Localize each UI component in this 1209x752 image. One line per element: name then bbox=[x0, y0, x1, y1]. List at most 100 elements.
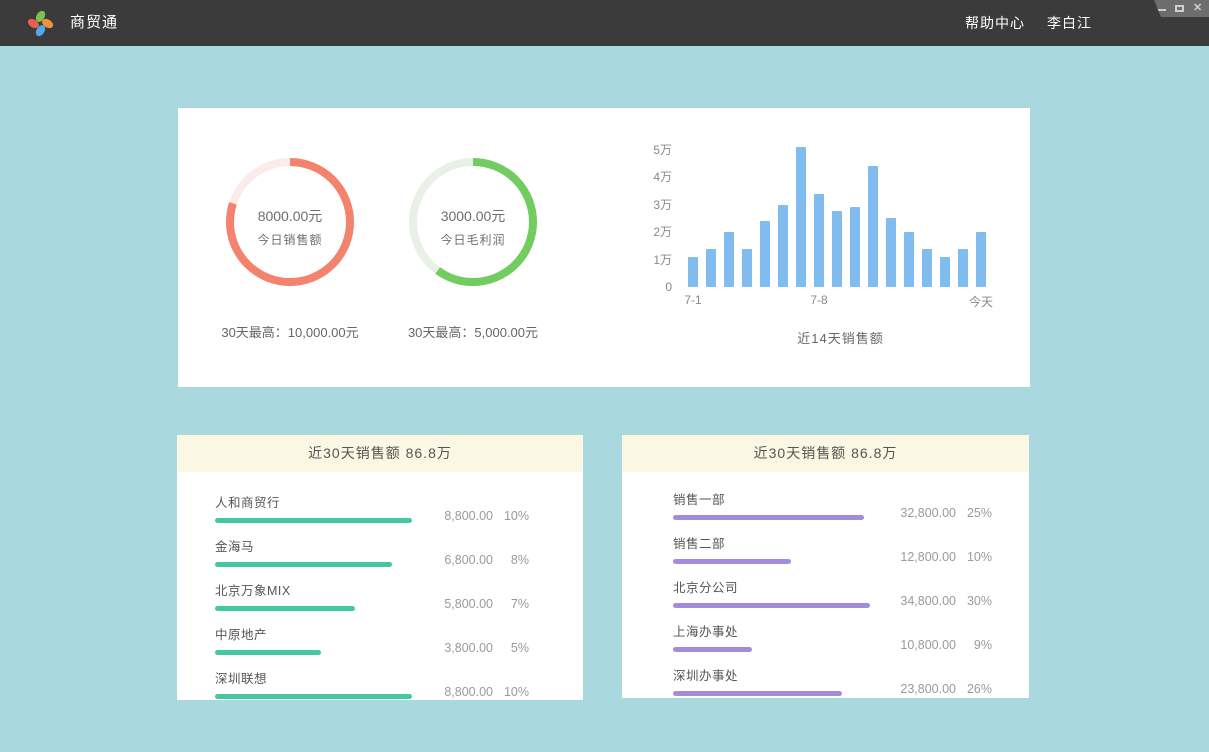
bar-day-15 bbox=[940, 257, 950, 287]
bar-day-12 bbox=[886, 218, 896, 287]
rank-percent: 8% bbox=[493, 553, 529, 567]
today-sales-gauge: 8000.00元 今日销售额 30天最高：10,000.00元 bbox=[190, 154, 390, 341]
app-title: 商贸通 bbox=[70, 0, 118, 46]
bar-day-16 bbox=[958, 249, 968, 288]
bar-day-7 bbox=[796, 147, 806, 287]
rank-percent: 7% bbox=[493, 597, 529, 611]
titlebar: 商贸通 帮助中心 李白江 ✕ bbox=[0, 0, 1209, 46]
bar-day-10 bbox=[850, 207, 860, 287]
bar-day-9 bbox=[832, 211, 842, 287]
rank-progress-bar bbox=[673, 603, 870, 608]
rank-amount: 32,800.00 bbox=[870, 506, 956, 520]
rank-progress-bar bbox=[673, 647, 752, 652]
rank-row: 上海办事处10,800.009% bbox=[673, 621, 992, 652]
rank-progress-bar bbox=[215, 694, 412, 699]
x-axis-label: 7-1 bbox=[663, 293, 723, 307]
rank-row: 人和商贸行8,800.0010% bbox=[215, 492, 529, 523]
rank-item-label: 深圳办事处 bbox=[673, 665, 870, 684]
bar-day-6 bbox=[778, 205, 788, 288]
help-center-link[interactable]: 帮助中心 bbox=[965, 13, 1025, 33]
minimize-icon[interactable] bbox=[1157, 4, 1166, 13]
bar-day-3 bbox=[724, 232, 734, 287]
today-profit-label: 今日毛利润 bbox=[440, 228, 505, 252]
bar-chart-plot-area: 01万2万3万4万5万7-17-8今天 bbox=[678, 137, 1003, 287]
bar-day-8 bbox=[814, 194, 824, 288]
rank-row: 深圳联想8,800.0010% bbox=[215, 668, 529, 699]
bar-day-1 bbox=[688, 257, 698, 287]
bar-day-4 bbox=[742, 249, 752, 288]
y-axis-tick-label: 2万 bbox=[636, 225, 672, 239]
bar-chart-title: 近14天销售额 bbox=[678, 328, 1003, 347]
rank-row: 金海马6,800.008% bbox=[215, 536, 529, 567]
bar-day-2 bbox=[706, 249, 716, 288]
user-name-menu[interactable]: 李白江 bbox=[1047, 13, 1092, 33]
rank-item-label: 北京万象MIX bbox=[215, 580, 412, 599]
rank-progress-bar bbox=[215, 606, 355, 611]
rank-item-label: 销售一部 bbox=[673, 489, 870, 508]
rank-item-label: 上海办事处 bbox=[673, 621, 870, 640]
rank-progress-bar bbox=[215, 650, 321, 655]
rank-percent: 30% bbox=[956, 594, 992, 608]
rank-item-label: 金海马 bbox=[215, 536, 412, 555]
rank-percent: 5% bbox=[493, 641, 529, 655]
rank-amount: 8,800.00 bbox=[412, 509, 493, 523]
rank-amount: 3,800.00 bbox=[412, 641, 493, 655]
sales-30day-max: 30天最高：10,000.00元 bbox=[190, 322, 390, 341]
x-axis-label: 今天 bbox=[951, 293, 1011, 310]
rank-item-label: 北京分公司 bbox=[673, 577, 870, 596]
bar-day-5 bbox=[760, 221, 770, 287]
customer-ranking-list: 人和商贸行8,800.0010%金海马6,800.008%北京万象MIX5,80… bbox=[177, 472, 583, 699]
rank-percent: 26% bbox=[956, 682, 992, 696]
rank-percent: 10% bbox=[493, 685, 529, 699]
rank-item-label: 销售二部 bbox=[673, 533, 870, 552]
department-ranking-card: 近30天销售额 86.8万 销售一部32,800.0025% 销售二部12,800… bbox=[622, 435, 1029, 698]
rank-percent: 9% bbox=[956, 638, 992, 652]
y-axis-tick-label: 1万 bbox=[636, 253, 672, 267]
rank-progress-bar bbox=[673, 691, 842, 696]
today-profit-value: 3000.00元 bbox=[441, 204, 506, 228]
maximize-icon[interactable] bbox=[1175, 4, 1184, 13]
profit-30day-max: 30天最高：5,000.00元 bbox=[373, 322, 573, 341]
today-profit-gauge: 3000.00元 今日毛利润 30天最高：5,000.00元 bbox=[373, 154, 573, 341]
today-sales-value: 8000.00元 bbox=[258, 204, 323, 228]
rank-amount: 5,800.00 bbox=[412, 597, 493, 611]
rank-row: 北京万象MIX5,800.007% bbox=[215, 580, 529, 611]
rank-amount: 8,800.00 bbox=[412, 685, 493, 699]
rank-amount: 23,800.00 bbox=[870, 682, 956, 696]
customer-ranking-title: 近30天销售额 86.8万 bbox=[177, 435, 583, 472]
window-controls: ✕ bbox=[1147, 0, 1209, 17]
app-logo-pinwheel-icon bbox=[27, 10, 54, 37]
rank-percent: 10% bbox=[493, 509, 529, 523]
rank-row: 深圳办事处23,800.0026% bbox=[673, 665, 992, 696]
rank-progress-bar bbox=[673, 515, 864, 520]
x-axis-label: 7-8 bbox=[789, 293, 849, 307]
rank-item-label: 中原地产 bbox=[215, 624, 412, 643]
rank-amount: 6,800.00 bbox=[412, 553, 493, 567]
bar-day-14 bbox=[922, 249, 932, 288]
bar-day-11 bbox=[868, 166, 878, 287]
rank-percent: 25% bbox=[956, 506, 992, 520]
rank-progress-bar bbox=[215, 562, 392, 567]
y-axis-tick-label: 3万 bbox=[636, 198, 672, 212]
customer-ranking-card: 近30天销售额 86.8万 人和商贸行8,800.0010%金海马6,800.0… bbox=[177, 435, 583, 700]
today-sales-label: 今日销售额 bbox=[257, 228, 322, 252]
rank-item-label: 人和商贸行 bbox=[215, 492, 412, 511]
department-ranking-list: 销售一部32,800.0025% 销售二部12,800.0010% 北京分公司34,… bbox=[622, 472, 1029, 696]
y-axis-tick-label: 5万 bbox=[636, 143, 672, 157]
rank-percent: 10% bbox=[956, 550, 992, 564]
rank-progress-bar bbox=[215, 518, 412, 523]
department-ranking-title: 近30天销售额 86.8万 bbox=[622, 435, 1029, 472]
rank-progress-bar bbox=[673, 559, 791, 564]
rank-amount: 12,800.00 bbox=[870, 550, 956, 564]
titlebar-right: 帮助中心 李白江 bbox=[965, 0, 1092, 46]
bar-day-13 bbox=[904, 232, 914, 287]
rank-row: 中原地产3,800.005% bbox=[215, 624, 529, 655]
sales-14day-chart: 01万2万3万4万5万7-17-8今天 近14天销售额 bbox=[643, 108, 1008, 387]
rank-row: 北京分公司34,800.0030% bbox=[673, 577, 992, 608]
close-icon[interactable]: ✕ bbox=[1193, 4, 1202, 13]
y-axis-tick-label: 0 bbox=[636, 280, 672, 294]
rank-amount: 10,800.00 bbox=[870, 638, 956, 652]
today-summary-card: 8000.00元 今日销售额 30天最高：10,000.00元 3000.00元… bbox=[178, 108, 1030, 387]
rank-item-label: 深圳联想 bbox=[215, 668, 412, 687]
y-axis-tick-label: 4万 bbox=[636, 170, 672, 184]
